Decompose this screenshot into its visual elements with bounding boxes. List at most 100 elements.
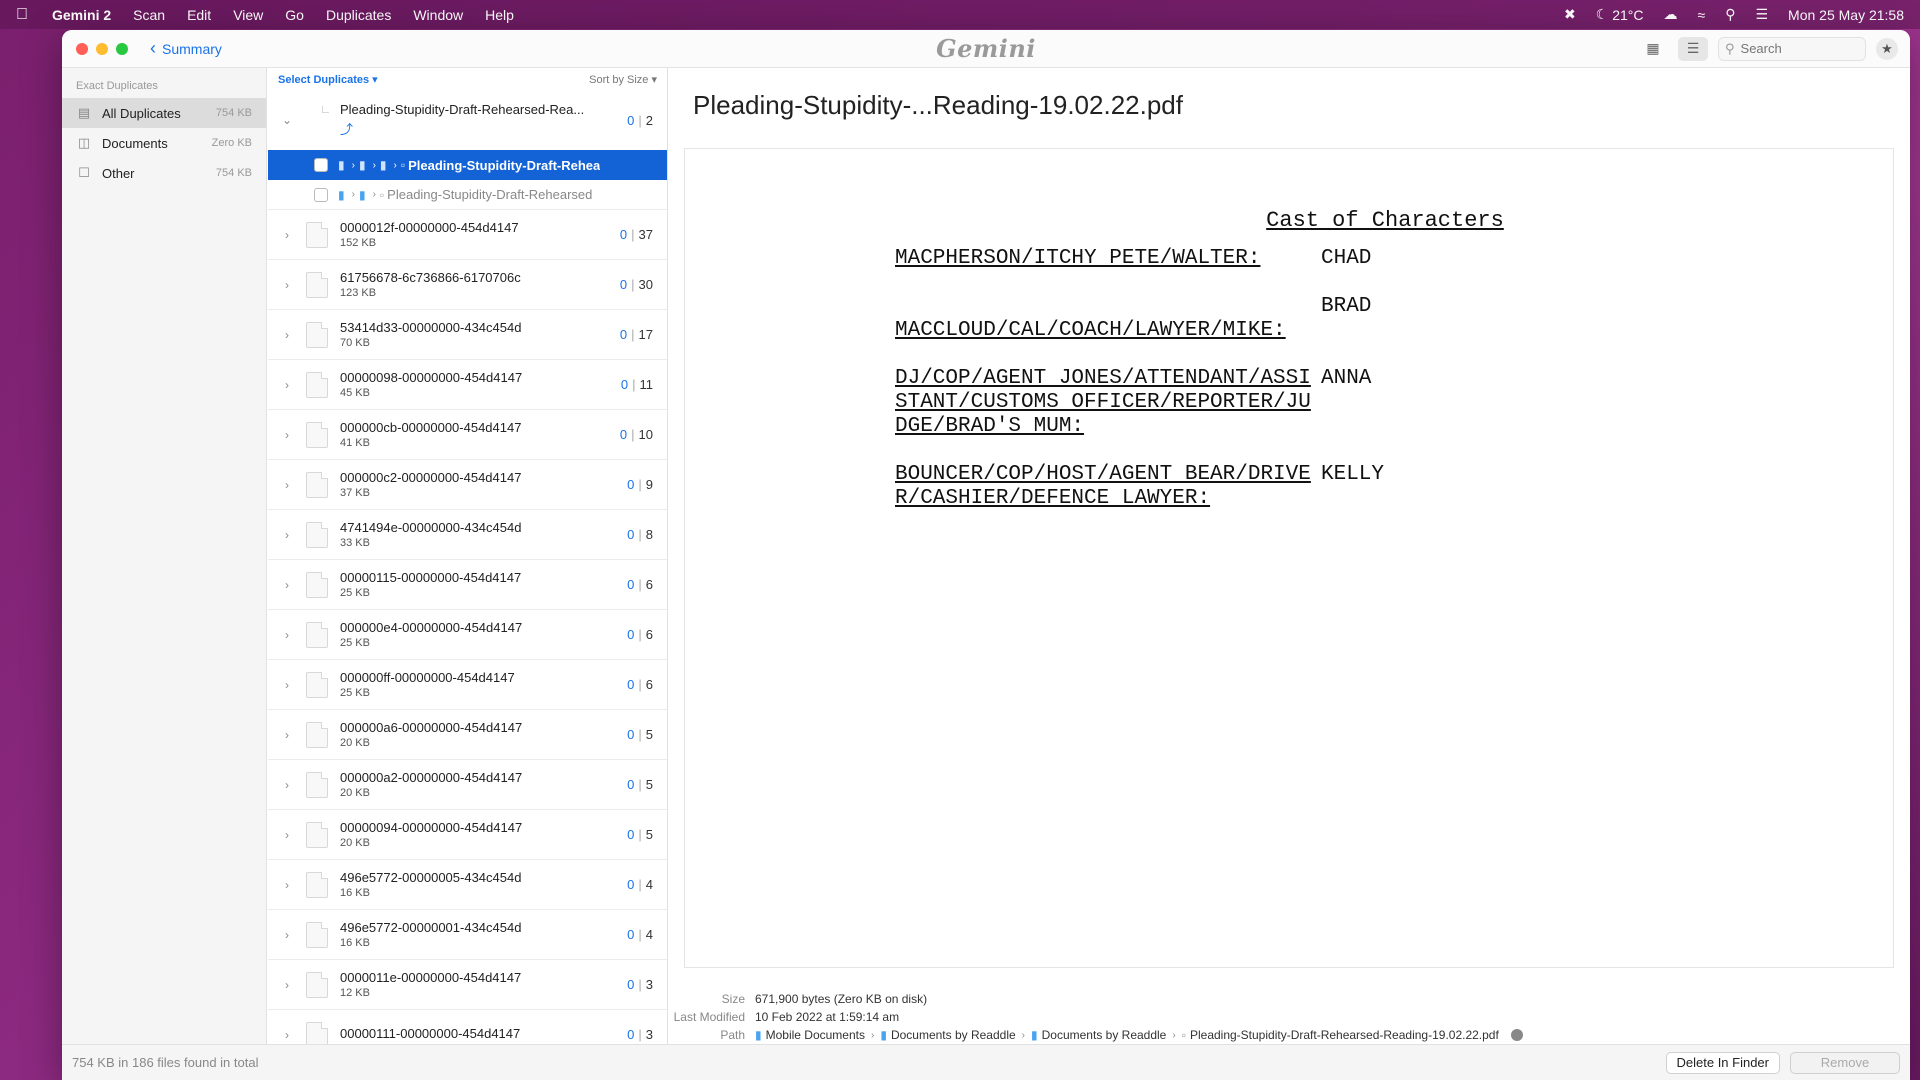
chevron-right-icon[interactable]: › [276,678,298,692]
duplicate-group-row[interactable]: › 00000115-00000000-454d4147 25 KB 0 | 6 [268,560,667,610]
duplicate-group-row[interactable]: › 496e5772-00000005-434c454d 16 KB 0 | 4 [268,860,667,910]
clock[interactable]: Mon 25 May 21:58 [1788,7,1904,23]
file-icon [306,671,328,698]
group-text: 000000a2-00000000-454d4147 20 KB [340,770,607,799]
duplicate-group-row[interactable]: › 00000111-00000000-454d4147 0 | 3 [268,1010,667,1044]
duplicate-group-row[interactable]: › 000000a6-00000000-454d4147 20 KB 0 | 5 [268,710,667,760]
menu-go[interactable]: Go [285,7,304,23]
selected-count: 0 [627,827,635,842]
duplicate-group-row[interactable]: › 61756678-6c736866-6170706c 123 KB 0 | 30 [268,260,667,310]
chevron-right-icon[interactable]: › [276,1028,298,1042]
duplicate-group-row[interactable]: › 000000c2-00000000-454d4147 37 KB 0 | 9 [268,460,667,510]
divider: | [631,227,635,242]
gemini-logo: Gemini [936,34,1036,63]
select-checkbox[interactable] [314,187,328,202]
chevron-right-icon[interactable]: › [276,378,298,392]
duplicate-group-row[interactable]: › 00000094-00000000-454d4147 20 KB 0 | 5 [268,810,667,860]
duplicate-file-row[interactable]: ▮ › ▮ › ▫ Pleading-Stupidity-Draft-Rehears… [268,180,667,210]
remove-button[interactable]: Remove [1790,1051,1900,1074]
group-size: 25 KB [340,587,370,599]
divider: | [638,777,642,792]
menu-view[interactable]: View [233,7,263,23]
path-segment[interactable]: ▮ Documents by Readdle [880,1028,1015,1042]
wifi-icon[interactable]: ≈ [1698,7,1706,23]
duplicate-group-row[interactable]: › 4741494e-00000000-434c454d 33 KB 0 | 8 [268,510,667,560]
select-checkbox[interactable] [314,158,328,172]
cast-actor: CHAD [1321,247,1372,270]
chevron-right-icon[interactable]: › [276,578,298,592]
file-icon [306,221,328,248]
spotlight-search-icon[interactable]: ⚲ [1725,6,1735,23]
duplicate-group-expanded[interactable]: ⌄ Pleading-Stupidity-Draft-Rehearsed-Rea… [268,90,667,150]
search-input[interactable] [1740,41,1851,56]
reveal-in-finder-icon[interactable] [1510,1029,1523,1041]
meta-label: Last Modified [673,1010,745,1024]
group-size: 12 KB [340,987,370,999]
fork-knife-icon[interactable]: ✖ [1564,6,1576,23]
duplicate-group-row[interactable]: › 000000e4-00000000-454d4147 25 KB 0 | 6 [268,610,667,660]
chevron-right-icon[interactable]: › [276,728,298,742]
duplicate-group-row[interactable]: › 0000012f-00000000-454d4147 152 KB 0 | 37 [268,210,667,260]
menu-duplicates[interactable]: Duplicates [326,7,391,23]
duplicate-group-row[interactable]: › 00000098-00000000-454d4147 45 KB 0 | 11 [268,360,667,410]
favorites-button[interactable]: ★ [1876,37,1898,60]
weather-widget[interactable]: ☾ 21°C [1596,6,1644,23]
grid-icon: ▦ [1646,40,1660,56]
path-segment[interactable]: ▮ Documents by Readdle [1031,1028,1166,1042]
chevron-right-icon[interactable]: › [276,978,298,992]
menu-scan[interactable]: Scan [133,7,165,23]
menu-window[interactable]: Window [413,7,463,23]
select-duplicates-menu[interactable]: Select Duplicates ▾ [278,73,378,86]
file-icon [306,471,328,498]
duplicate-group-row[interactable]: › 000000ff-00000000-454d4147 25 KB 0 | 6 [268,660,667,710]
total-count: 17 [638,327,653,342]
chevron-right-icon[interactable]: › [276,628,298,642]
chevron-right-icon[interactable]: › [276,928,298,942]
cloud-icon[interactable]: ☁ [1664,6,1678,23]
path-segment[interactable]: ▫ Pleading-Stupidity-Draft-Rehearsed-Read… [1182,1028,1499,1042]
minimize-window-button[interactable] [96,42,108,55]
duplicate-group-row[interactable]: › 53414d33-00000000-434c454d 70 KB 0 | 17 [268,310,667,360]
chevron-right-icon[interactable]: › [276,228,298,242]
path-segment-label: Pleading-Stupidity-Draft-Rehearsed-Readi… [1189,1028,1499,1042]
chevron-down-icon[interactable]: ⌄ [276,113,298,127]
total-count: 30 [638,277,653,292]
list-view-button[interactable]: ☰ [1678,36,1708,61]
chevron-right-icon[interactable]: › [276,428,298,442]
sidebar-item-documents[interactable]: ◫ Documents Zero KB [62,128,266,158]
grid-view-button[interactable]: ▦ [1638,37,1668,61]
apple-icon[interactable]:  [16,6,38,24]
sort-menu[interactable]: Sort by Size ▾ [589,73,657,86]
menu-app-name[interactable]: Gemini 2 [52,7,111,23]
menu-edit[interactable]: Edit [187,7,211,23]
path-segment[interactable]: ▮ Mobile Documents [755,1028,865,1042]
back-to-summary-button[interactable]: ‹ Summary [150,38,222,59]
duplicate-group-row[interactable]: › 000000a2-00000000-454d4147 20 KB 0 | 5 [268,760,667,810]
delete-in-finder-button[interactable]: Delete In Finder [1665,1051,1780,1074]
sidebar-item-other[interactable]: ☐ Other 754 KB [62,158,266,188]
chevron-right-icon[interactable]: › [276,278,298,292]
chevron-right-icon[interactable]: › [276,328,298,342]
duplicate-group-row[interactable]: › 000000cb-00000000-454d4147 41 KB 0 | 10 [268,410,667,460]
chevron-right-icon[interactable]: › [276,778,298,792]
zoom-window-button[interactable] [116,42,128,55]
document-preview[interactable]: Cast of Characters MACPHERSON/ITCHY PETE… [684,148,1894,968]
file-icon [306,321,328,348]
selected-count: 0 [627,927,635,942]
close-window-button[interactable] [76,42,88,55]
chevron-right-icon[interactable]: › [276,478,298,492]
sidebar-item-all-duplicates[interactable]: ▤ All Duplicates 754 KB [62,98,266,128]
path-segment-label: Mobile Documents [765,1028,865,1042]
duplicate-file-row[interactable]: ▮ › ▮ › ▮ › ▫ Pleading-Stupidity-Draft-Rehe… [268,150,667,180]
sidebar-item-label: All Duplicates [102,105,181,121]
menu-help[interactable]: Help [485,7,514,23]
chevron-right-icon[interactable]: › [276,828,298,842]
duplicate-group-row[interactable]: › 496e5772-00000001-434c454d 16 KB 0 | 4 [268,910,667,960]
control-center-icon[interactable]: ☰ [1755,6,1768,23]
group-count: 0 | 9 [607,477,667,492]
duplicate-group-row[interactable]: › 0000011e-00000000-454d4147 12 KB 0 | 3 [268,960,667,1010]
chevron-right-icon[interactable]: › [276,878,298,892]
selected-count: 0 [627,527,635,542]
chevron-right-icon[interactable]: › [276,528,298,542]
divider: | [631,427,635,442]
